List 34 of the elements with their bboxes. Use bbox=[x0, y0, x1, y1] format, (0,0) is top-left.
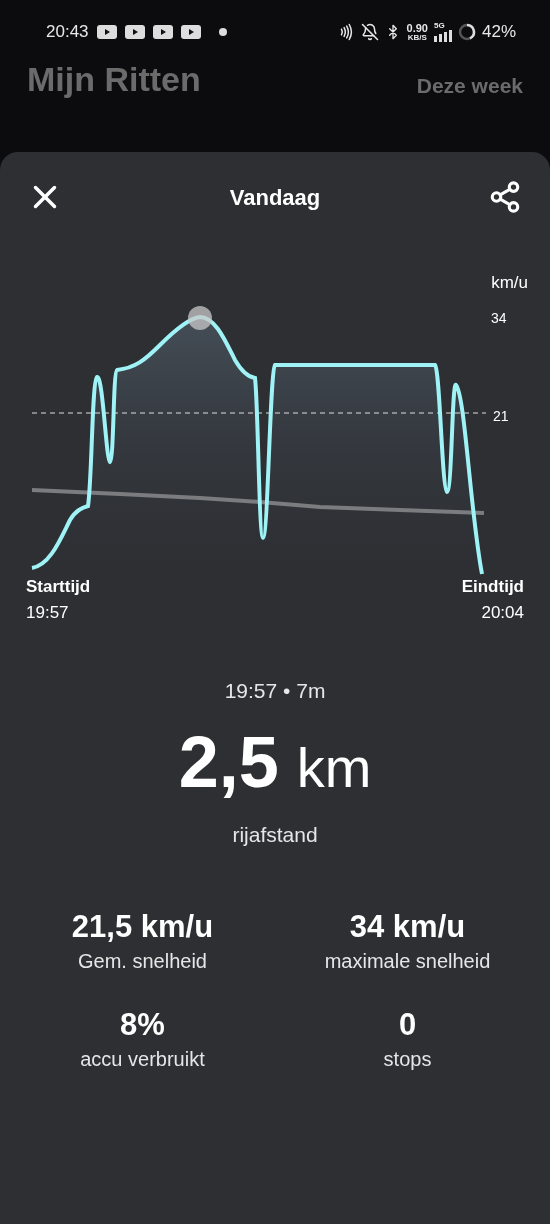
stat-value: 34 km/u bbox=[349, 908, 466, 946]
stat-value: 8% bbox=[120, 1006, 165, 1044]
distance-label: rijafstand bbox=[232, 821, 318, 848]
stat-label: stops bbox=[383, 1047, 432, 1072]
battery-level: 42% bbox=[481, 21, 516, 44]
signal-icon bbox=[433, 30, 452, 42]
ride-time: 19:57 • 7m bbox=[224, 678, 326, 704]
stat-label: Gem. snelheid bbox=[78, 949, 207, 974]
unit-label: km/u bbox=[491, 272, 528, 294]
axis-tick: 21 bbox=[493, 407, 509, 426]
dot-icon bbox=[218, 28, 227, 36]
video-app-icon bbox=[180, 25, 201, 39]
network-speed: 0.90 bbox=[406, 22, 428, 34]
stat-value: 0 bbox=[398, 1006, 417, 1044]
video-app-icon bbox=[124, 25, 145, 39]
bell-off-icon bbox=[360, 23, 379, 41]
sheet-title: Vandaag bbox=[229, 183, 321, 212]
start-label: Starttijd bbox=[26, 576, 91, 598]
end-time: 20:04 bbox=[481, 601, 524, 624]
start-time: 19:57 bbox=[26, 601, 70, 624]
stat-label: accu verbruikt bbox=[80, 1047, 205, 1072]
distance-unit: km bbox=[296, 734, 372, 801]
end-label: Eindtijd bbox=[461, 576, 524, 598]
axis-tick: 34 bbox=[491, 309, 507, 328]
battery-ring-icon bbox=[457, 23, 476, 41]
video-app-icon bbox=[96, 25, 117, 39]
speed-unit: KB/S bbox=[407, 33, 427, 42]
status-time: 20:43 bbox=[46, 21, 89, 44]
stat-label: maximale snelheid bbox=[324, 949, 491, 974]
network-type: 5G bbox=[433, 22, 445, 30]
distance-value: 2,5 bbox=[178, 720, 279, 804]
period-selector[interactable]: Deze week bbox=[416, 64, 523, 102]
stat-value: 21,5 km/u bbox=[71, 908, 214, 946]
video-app-icon bbox=[152, 25, 173, 39]
